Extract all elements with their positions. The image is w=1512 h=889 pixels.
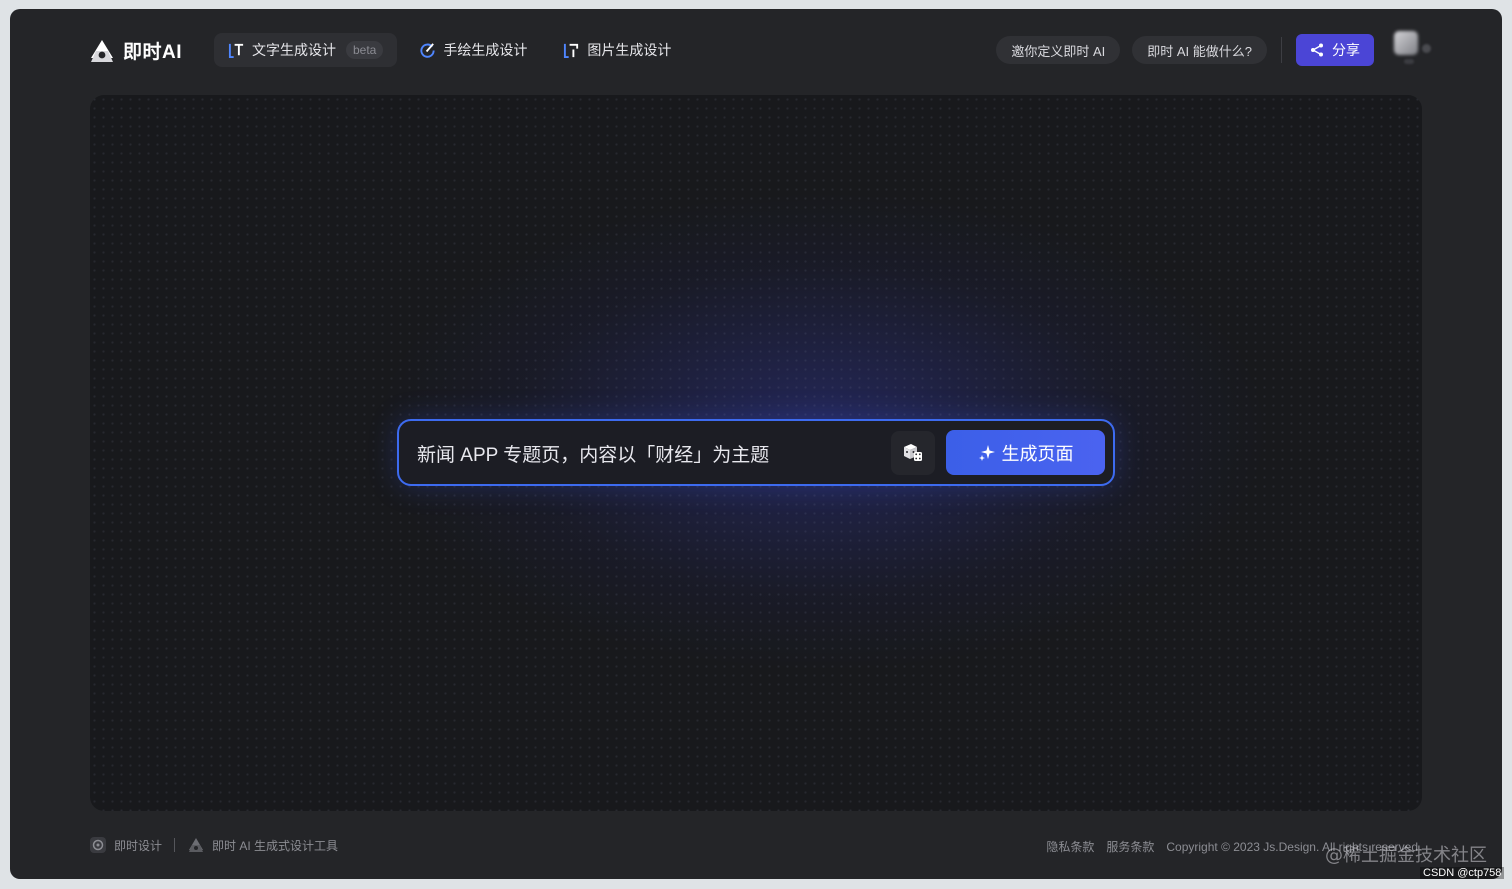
header-actions: 邀你定义即时 AI 即时 AI 能做什么? 分享 [996, 34, 1432, 66]
prompt-input[interactable] [417, 435, 877, 471]
share-icon [1311, 43, 1323, 57]
text-generate-icon [228, 43, 244, 58]
tool-link[interactable]: 即时 AI 生成式设计工具 [212, 837, 338, 854]
sparkle-icon [978, 444, 995, 461]
share-label: 分享 [1332, 42, 1360, 58]
footer-divider [174, 838, 176, 852]
community-watermark: @稀土掘金技术社区 [1325, 845, 1487, 866]
beta-badge: beta [346, 41, 384, 59]
tab-image-generate[interactable]: 图片生成设计 [549, 33, 685, 67]
tab-text-generate[interactable]: 文字生成设计 beta [214, 33, 398, 67]
generation-canvas: 生成页面 [90, 95, 1422, 811]
tab-sketch-generate[interactable]: 手绘生成设计 [405, 33, 541, 67]
sketch-generate-icon [420, 42, 435, 58]
jishi-ai-icon [189, 838, 204, 852]
tab-label: 文字生成设计 [252, 42, 336, 58]
prompt-box: 生成页面 [397, 419, 1115, 486]
invite-button[interactable]: 邀你定义即时 AI [996, 36, 1121, 64]
dice-icon [904, 444, 922, 461]
logo[interactable]: 即时AI [89, 37, 182, 64]
random-prompt-button[interactable] [891, 431, 935, 475]
top-bar: 即时AI 文字生成设计 beta 手绘生成设计 图片生成设计 邀你定义即时 AI… [10, 9, 1502, 93]
logo-icon [91, 39, 113, 62]
logo-text: 即时AI [123, 42, 183, 63]
privacy-link[interactable]: 隐私条款 [1046, 838, 1094, 855]
brand-link[interactable]: 即时设计 [114, 837, 162, 854]
service-link[interactable]: 服务条款 [1106, 838, 1154, 855]
generate-label: 生成页面 [1001, 443, 1074, 464]
footer-brand: 即时设计 即时 AI 生成式设计工具 [89, 836, 338, 854]
avatar[interactable] [1394, 31, 1431, 65]
generate-page-button[interactable]: 生成页面 [946, 430, 1105, 475]
what-can-do-button[interactable]: 即时 AI 能做什么? [1132, 36, 1267, 64]
mode-tabs: 文字生成设计 beta 手绘生成设计 图片生成设计 [214, 33, 685, 67]
header-divider [1281, 37, 1282, 63]
tab-label: 图片生成设计 [587, 42, 672, 58]
csdn-watermark: CSDN @ctp758 [1420, 867, 1505, 879]
share-button[interactable]: 分享 [1296, 34, 1374, 66]
tab-label: 手绘生成设计 [443, 42, 528, 58]
app-window: 即时AI 文字生成设计 beta 手绘生成设计 图片生成设计 邀你定义即时 AI… [10, 9, 1502, 879]
image-generate-icon [564, 43, 579, 58]
jishi-design-icon [90, 837, 106, 853]
